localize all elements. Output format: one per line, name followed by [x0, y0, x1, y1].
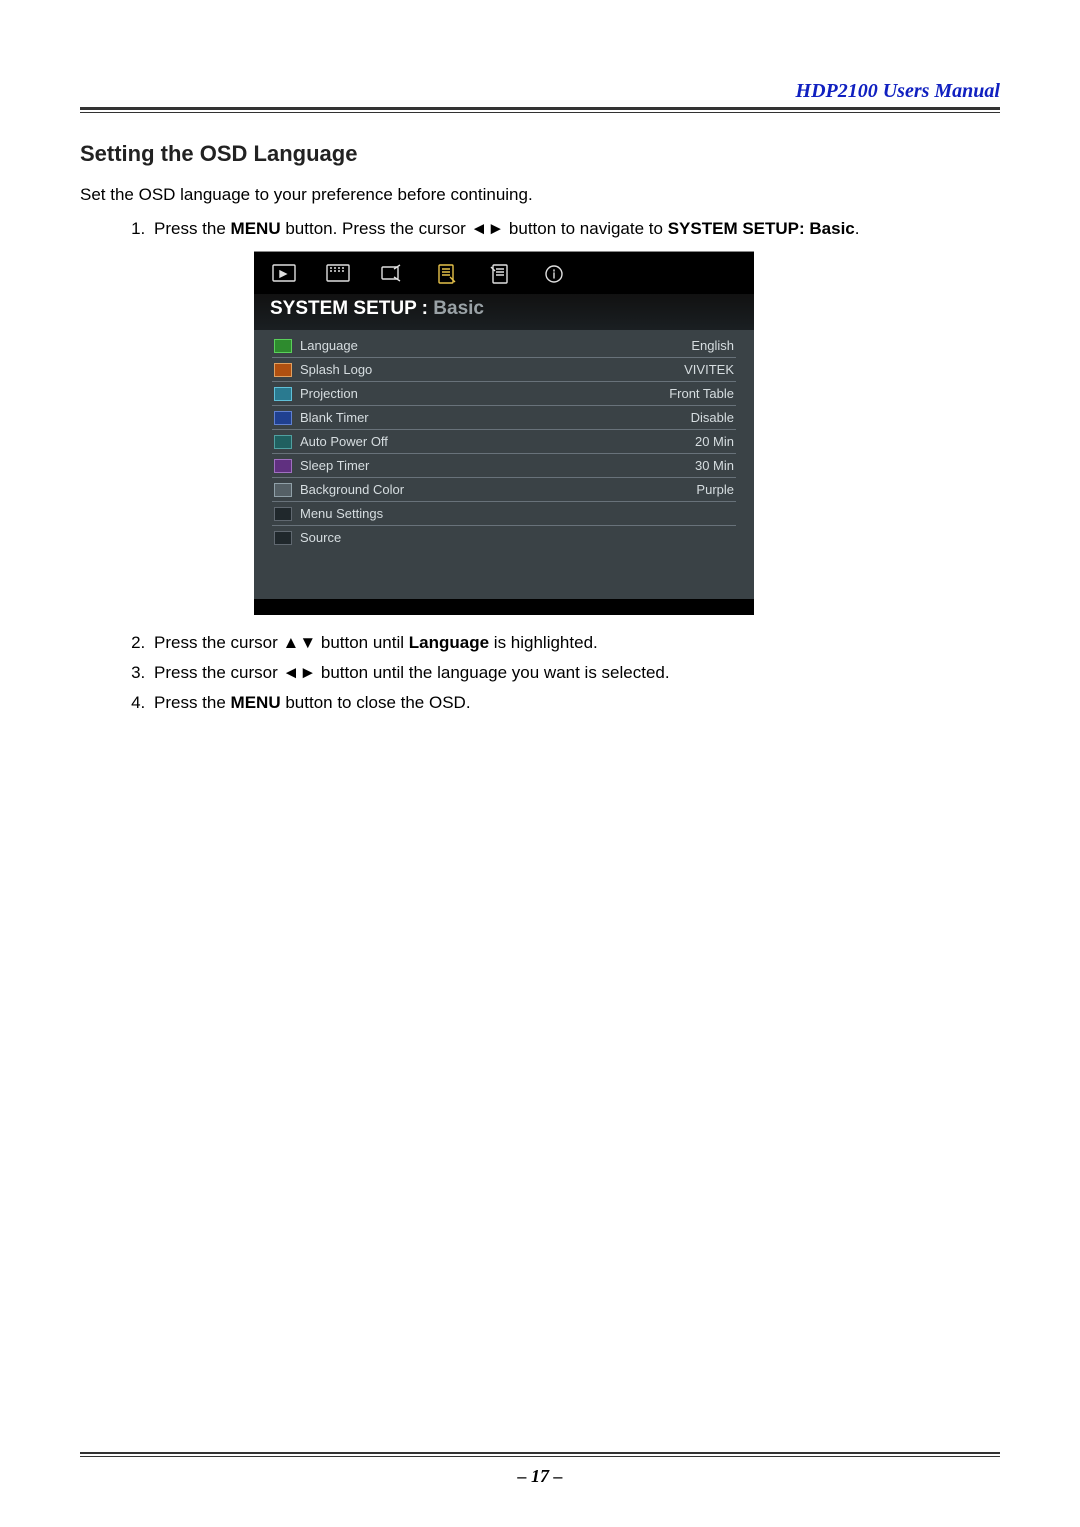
- osd-value: 20 Min: [624, 434, 734, 449]
- step-4-text-c: button to close the OSD.: [281, 693, 471, 712]
- step-1-target: SYSTEM SETUP: Basic: [668, 219, 855, 238]
- osd-tab-system-advanced[interactable]: [484, 262, 516, 286]
- step-2-language: Language: [409, 633, 489, 652]
- osd-row-splash[interactable]: Splash Logo VIVITEK: [272, 358, 736, 382]
- osd-row-projection[interactable]: Projection Front Table: [272, 382, 736, 406]
- osd-tab-source[interactable]: [376, 262, 408, 286]
- osd-label: Sleep Timer: [300, 458, 624, 473]
- step-2-text-a: Press the cursor ▲▼ button until: [154, 633, 409, 652]
- step-1-menu: MENU: [231, 219, 281, 238]
- osd-heading-a: SYSTEM SETUP :: [270, 298, 433, 319]
- osd-row-language[interactable]: Language English: [272, 334, 736, 358]
- section-heading: Setting the OSD Language: [80, 141, 1000, 167]
- osd-tab-bar: [254, 252, 754, 294]
- osd-footer-bar: [254, 599, 754, 615]
- doc-header-title: HDP2100 Users Manual: [80, 80, 1000, 107]
- osd-label: Auto Power Off: [300, 434, 624, 449]
- osd-label: Splash Logo: [300, 362, 624, 377]
- steps-list: Press the MENU button. Press the cursor …: [150, 219, 1000, 713]
- osd-value: Front Table: [624, 386, 734, 401]
- step-1: Press the MENU button. Press the cursor …: [150, 219, 1000, 615]
- osd-label: Language: [300, 338, 624, 353]
- osd-tab-display[interactable]: [322, 262, 354, 286]
- blank-timer-icon: [274, 411, 292, 425]
- osd-row-menu-settings[interactable]: Menu Settings: [272, 502, 736, 526]
- auto-power-icon: [274, 435, 292, 449]
- header-rule: [80, 107, 1000, 113]
- osd-value: Purple: [624, 482, 734, 497]
- osd-heading: SYSTEM SETUP : Basic: [254, 294, 754, 330]
- step-4-text-a: Press the: [154, 693, 231, 712]
- step-3: Press the cursor ◄► button until the lan…: [150, 663, 1000, 683]
- intro-text: Set the OSD language to your preference …: [80, 185, 1000, 205]
- bg-color-icon: [274, 483, 292, 497]
- osd-row-blank-timer[interactable]: Blank Timer Disable: [272, 406, 736, 430]
- osd-heading-b: Basic: [433, 298, 484, 319]
- language-icon: [274, 339, 292, 353]
- page-number: – 17 –: [0, 1466, 1080, 1487]
- osd-row-auto-power-off[interactable]: Auto Power Off 20 Min: [272, 430, 736, 454]
- source-icon: [274, 531, 292, 545]
- osd-label: Menu Settings: [300, 506, 624, 521]
- osd-row-source[interactable]: Source: [272, 526, 736, 549]
- step-4: Press the MENU button to close the OSD.: [150, 693, 1000, 713]
- osd-tab-info[interactable]: [538, 262, 570, 286]
- splash-icon: [274, 363, 292, 377]
- osd-value: 30 Min: [624, 458, 734, 473]
- osd-value: English: [624, 338, 734, 353]
- sleep-timer-icon: [274, 459, 292, 473]
- menu-settings-icon: [274, 507, 292, 521]
- osd-panel: SYSTEM SETUP : Basic Language English Sp…: [254, 251, 754, 615]
- osd-row-bg-color[interactable]: Background Color Purple: [272, 478, 736, 502]
- osd-tab-picture[interactable]: [268, 262, 300, 286]
- osd-tab-system-basic[interactable]: [430, 262, 462, 286]
- step-1-text-a: Press the: [154, 219, 231, 238]
- osd-label: Background Color: [300, 482, 624, 497]
- osd-row-sleep-timer[interactable]: Sleep Timer 30 Min: [272, 454, 736, 478]
- projection-icon: [274, 387, 292, 401]
- osd-label: Blank Timer: [300, 410, 624, 425]
- step-2: Press the cursor ▲▼ button until Languag…: [150, 633, 1000, 653]
- osd-body: Language English Splash Logo VIVITEK Pro…: [254, 330, 754, 599]
- osd-label: Projection: [300, 386, 624, 401]
- osd-value: VIVITEK: [624, 362, 734, 377]
- step-1-text-e: .: [855, 219, 860, 238]
- footer-rule: [80, 1452, 1000, 1457]
- osd-label: Source: [300, 530, 624, 545]
- step-4-menu: MENU: [231, 693, 281, 712]
- step-2-text-c: is highlighted.: [489, 633, 598, 652]
- step-1-text-c: button. Press the cursor ◄► button to na…: [281, 219, 668, 238]
- osd-value: Disable: [624, 410, 734, 425]
